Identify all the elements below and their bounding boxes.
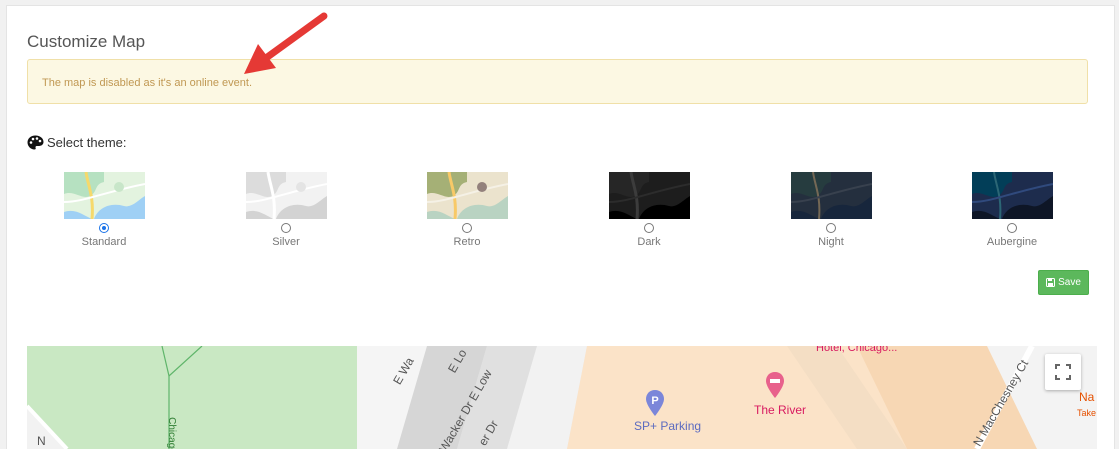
theme-option-standard[interactable]: Standard: [44, 172, 164, 248]
parking-label[interactable]: SP+ Parking: [634, 419, 701, 433]
fullscreen-icon: [1055, 364, 1071, 380]
floppy-disk-icon: [1046, 278, 1056, 287]
theme-option-dark[interactable]: Dark: [589, 172, 709, 248]
page-title: Customize Map: [27, 32, 146, 51]
silver-radio[interactable]: [281, 223, 291, 233]
standard-theme-thumbnail[interactable]: [63, 172, 145, 219]
theme-option-retro[interactable]: Retro: [407, 172, 527, 248]
retro-theme-thumbnail[interactable]: [426, 172, 508, 219]
alert-text: The map is disabled as it's an online ev…: [42, 77, 252, 89]
fullscreen-button[interactable]: [1045, 354, 1081, 390]
theme-option-night[interactable]: Night: [771, 172, 891, 248]
retro-label: Retro: [453, 236, 481, 248]
map-disabled-alert: The map is disabled as it's an online ev…: [27, 59, 1088, 104]
silver-theme-thumbnail[interactable]: [245, 172, 327, 219]
map-view[interactable]: P SP+ Parking The River Hotel, Chicago..…: [27, 346, 1097, 449]
hotel-label[interactable]: The River: [754, 403, 806, 417]
dark-label: Dark: [637, 236, 661, 248]
silver-label: Silver: [272, 236, 300, 248]
theme-option-aubergine[interactable]: Aubergine: [952, 172, 1072, 248]
night-theme-thumbnail[interactable]: [790, 172, 872, 219]
save-label: Save: [1058, 277, 1081, 288]
night-label: Night: [818, 236, 844, 248]
street-label-6: Chicago: [165, 417, 177, 449]
night-radio[interactable]: [826, 223, 836, 233]
theme-option-silver[interactable]: Silver: [226, 172, 346, 248]
palette-icon: [27, 135, 44, 150]
hotel-pin-icon[interactable]: [765, 372, 785, 398]
save-button[interactable]: Save: [1038, 270, 1089, 295]
dark-theme-thumbnail[interactable]: [608, 172, 690, 219]
parking-pin-icon[interactable]: P: [645, 390, 665, 416]
select-theme-text: Select theme:: [47, 135, 127, 150]
street-label-7: N: [37, 434, 46, 448]
street-label-8: Na: [1079, 390, 1095, 404]
standard-label: Standard: [81, 236, 127, 248]
map-background: [27, 346, 1097, 449]
select-theme-label: Select theme:: [27, 135, 127, 150]
hotel-top-label: Hotel, Chicago...: [816, 346, 898, 354]
aubergine-theme-thumbnail[interactable]: [971, 172, 1053, 219]
svg-text:P: P: [651, 395, 658, 407]
standard-radio[interactable]: [99, 223, 109, 233]
aubergine-label: Aubergine: [986, 236, 1038, 248]
customize-map-panel: Customize Map The map is disabled as it'…: [6, 5, 1115, 449]
dark-radio[interactable]: [644, 223, 654, 233]
annotation-arrow-icon: [244, 12, 328, 74]
retro-radio[interactable]: [462, 223, 472, 233]
street-label-9: Take: [1077, 408, 1097, 418]
aubergine-radio[interactable]: [1007, 223, 1017, 233]
